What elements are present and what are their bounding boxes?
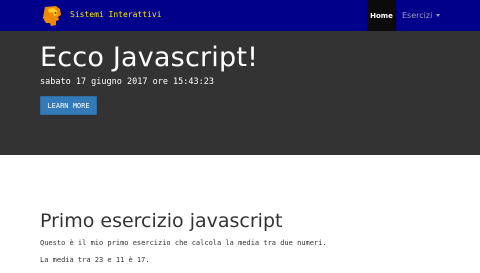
learn-more-button[interactable]: LEARN MORE [40,96,97,115]
brand-link[interactable]: Sistemi Interattivi [70,10,162,19]
hero-title: Ecco Javascript! [40,42,259,73]
caret-down-icon [436,14,441,17]
nav-item-esercizi[interactable]: Esercizi [398,0,441,31]
hero-jumbotron: Ecco Javascript! sabato 17 giugno 2017 o… [0,31,480,155]
nav-item-esercizi-label: Esercizi [402,11,433,20]
section-heading: Primo esercizio javascript [40,210,283,232]
logo-icon[interactable] [40,4,64,28]
paragraph-description: Questo è il mio primo esercizio che calc… [40,239,327,247]
nav-item-home[interactable]: Home [367,0,396,31]
top-navbar: Sistemi Interattivi Home Esercizi [0,0,480,31]
current-datetime: sabato 17 giugno 2017 ore 15:43:23 [40,77,214,87]
paragraph-result: La media tra 23 e 11 è 17. [40,256,150,264]
